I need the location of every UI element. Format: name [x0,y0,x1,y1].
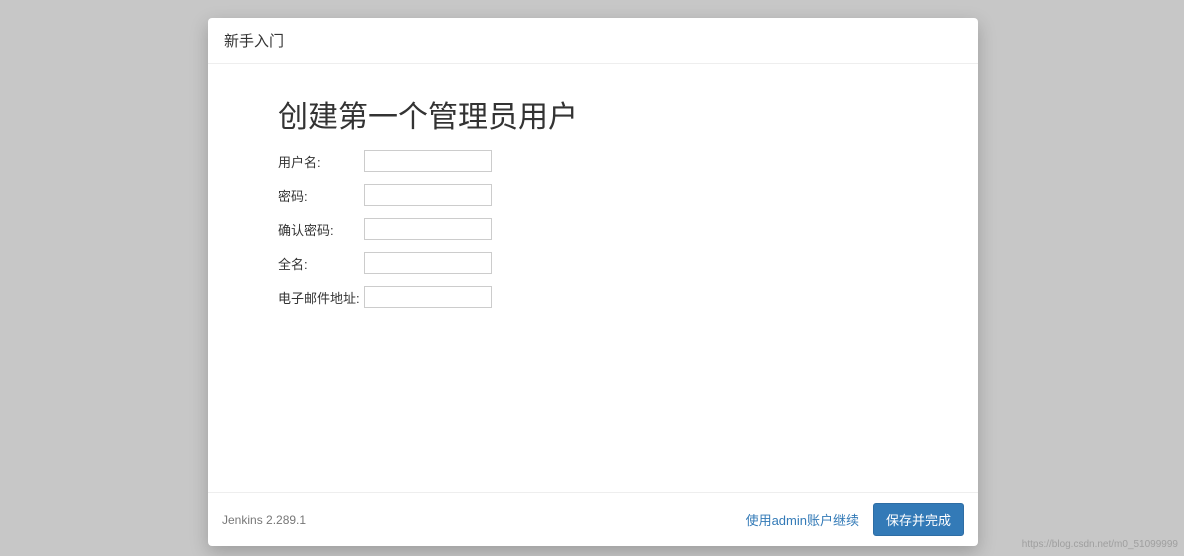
modal-title: 新手入门 [224,33,284,50]
input-email[interactable] [364,286,492,308]
label-fullname: 全名: [278,254,364,273]
form-title: 创建第一个管理员用户 [278,92,908,136]
label-confirm: 确认密码: [278,220,364,239]
modal-header: 新手入门 [208,18,978,64]
row-password: 密码: [278,184,908,206]
label-email: 电子邮件地址: [278,288,364,307]
modal-body: 创建第一个管理员用户 用户名: 密码: 确认密码: 全名: 电子邮件地址: [208,64,978,492]
input-fullname[interactable] [364,252,492,274]
skip-admin-link[interactable]: 使用admin账户继续 [746,510,859,529]
input-password[interactable] [364,184,492,206]
setup-wizard-modal: 新手入门 创建第一个管理员用户 用户名: 密码: 确认密码: 全名: 电子邮件地… [208,18,978,546]
input-username[interactable] [364,150,492,172]
label-username: 用户名: [278,152,364,171]
modal-footer: Jenkins 2.289.1 使用admin账户继续 保存并完成 [208,492,978,546]
row-fullname: 全名: [278,252,908,274]
row-email: 电子邮件地址: [278,286,908,308]
watermark-text: https://blog.csdn.net/m0_51099999 [1022,539,1178,550]
row-confirm: 确认密码: [278,218,908,240]
row-username: 用户名: [278,150,908,172]
version-text: Jenkins 2.289.1 [222,513,306,527]
label-password: 密码: [278,186,364,205]
save-and-finish-button[interactable]: 保存并完成 [873,503,964,536]
input-confirm-password[interactable] [364,218,492,240]
footer-actions: 使用admin账户继续 保存并完成 [746,503,964,536]
